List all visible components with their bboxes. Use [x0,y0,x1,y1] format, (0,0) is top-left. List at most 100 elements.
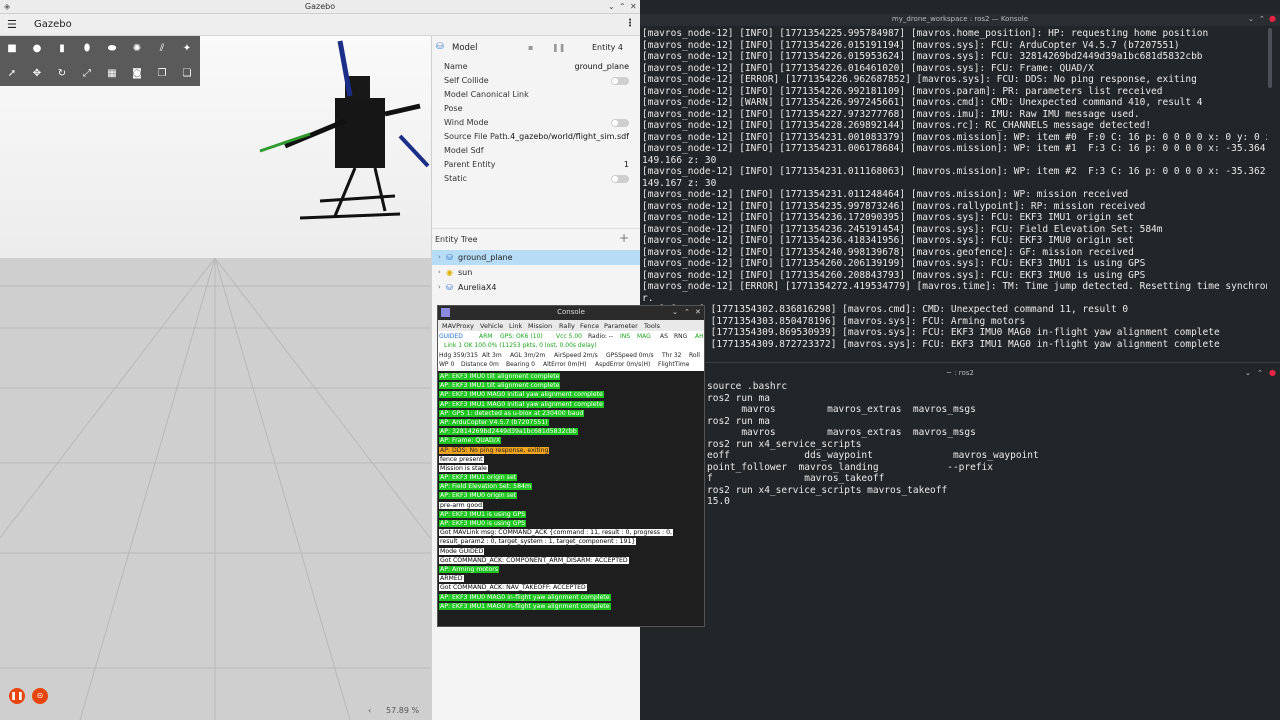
mode-status: GUIDED [439,333,463,340]
gazebo-titlebar: Gazebo ◈ ⌄ ⌃ ✕ [0,0,640,14]
transform-icon[interactable]: ⤢ [80,67,94,81]
terminal-line: mavros mavros_extras mavros_msgs [707,404,976,415]
console-message: AP: EKF3 IMU1 MAG0 in-flight yaw alignme… [439,602,703,611]
ellipsoid-icon[interactable]: ⬬ [105,42,119,56]
distance-readout: Distance 0m [461,361,499,368]
console-status: GUIDED ARM GPS: OK6 (10) Vcc 5.00 Radio:… [438,331,704,371]
minimize-icon[interactable]: ⌄ [1248,15,1254,23]
terminal-line: ros2 run ma [707,415,770,427]
console-titlebar: Console ⌄ ⌃ ✕ [438,306,704,320]
terminal-line: [mavros_node-12] [INFO] [1771354235.9978… [642,200,1146,212]
chevron-left-icon[interactable]: ‹ [368,706,371,715]
close-icon[interactable]: ✕ [630,2,637,11]
menu-fence[interactable]: Fence [580,322,599,330]
scrollbar[interactable] [1268,28,1272,88]
close-icon[interactable]: ● [1269,368,1276,377]
sphere-icon[interactable]: ● [30,42,44,56]
inspector-key: Source File Path [444,132,508,141]
maximize-icon[interactable]: ⌃ [619,2,626,11]
paste-icon[interactable]: ❏ [180,67,194,81]
model-icon: ⛁ [436,42,444,52]
app-label: Gazebo [34,19,72,30]
menu-mavproxy[interactable]: MAVProxy [442,322,474,330]
console-message: AP: Arming motors [439,565,703,574]
camera-icon[interactable]: ◙ [130,67,144,81]
flighttime-readout: FlightTime [658,361,690,368]
menu-rally[interactable]: Rally [559,322,575,330]
hamburger-icon[interactable]: ☰ [7,18,17,31]
translate-icon[interactable]: ✥ [30,67,44,81]
roll-readout: Roll [689,352,700,359]
minimize-icon[interactable]: ⌄ [672,308,678,316]
capsule-icon[interactable]: ⬮ [80,42,94,56]
console-message-text: AP: EKF3 IMU1 is using GPS [439,510,527,518]
maximize-icon[interactable]: ⌃ [1257,369,1263,377]
mavproxy-console-window: Console ⌄ ⌃ ✕ MAVProxy Vehicle Link Miss… [437,305,705,627]
box-icon[interactable]: ■ [5,42,19,56]
terminal-line: r. [642,292,654,304]
console-message-text: Mission is stale [439,464,488,472]
kebab-menu-icon[interactable]: ⋮ [625,18,635,29]
chevron-right-icon[interactable]: › [438,283,441,291]
entity-tree-title: Entity Tree [435,235,478,244]
close-icon[interactable]: ● [1269,14,1276,23]
spot-light-icon[interactable]: ✦ [180,42,194,56]
pin-icon[interactable]: ◈ [4,2,10,11]
console-message: Mode GUIDED [439,547,703,556]
menu-vehicle[interactable]: Vehicle [480,322,503,330]
ah-status: AH [695,333,704,340]
close-icon[interactable]: ✕ [695,308,701,316]
menu-link[interactable]: Link [509,322,522,330]
terminal-output[interactable]: source .bashrc ros2 run ma mavros mavros_… [707,381,1277,531]
terminal-line: -12] [WARN] [1771354302.836816298] [mavr… [642,304,1129,315]
ins-status: INS [620,333,631,340]
drone-model[interactable] [250,36,430,236]
chevron-right-icon[interactable]: › [438,253,441,261]
menu-mission[interactable]: Mission [528,322,552,330]
chevron-right-icon[interactable]: › [438,268,441,276]
menu-parameter[interactable]: Parameter [604,322,638,330]
maximize-icon[interactable]: ⌃ [684,308,690,316]
maximize-icon[interactable]: ⌃ [1259,15,1265,23]
rotate-icon[interactable]: ↻ [55,67,69,81]
select-icon[interactable]: ➚ [5,67,19,81]
menu-tools[interactable]: Tools [644,322,660,330]
cylinder-icon[interactable]: ▮ [55,42,69,56]
toggle-switch[interactable] [611,119,629,127]
grid-snap-icon[interactable]: ▦ [105,67,119,81]
light-icon: ◉ [446,268,453,277]
bearing-readout: Bearing 0 [506,361,535,368]
pause-update-icon[interactable]: ❚❚ [552,43,565,52]
entity-id: Entity 4 [592,43,623,52]
mavros-log: [mavros_node-12] [INFO] [1771354225.9957… [642,28,1267,356]
wp-readout: WP 0 [439,361,455,368]
inspector-key: Self Collide [444,76,489,85]
lock-icon[interactable]: ▪ [528,43,533,52]
step-icon[interactable]: ⊝ [32,688,48,704]
console-message-text: AP: DDS: No ping response, exiting [439,446,550,454]
minimize-icon[interactable]: ⌄ [1245,369,1251,377]
point-light-icon[interactable]: ✺ [130,42,144,56]
terminal-line: source .bashrc [707,381,788,392]
add-entity-icon[interactable]: + [619,231,629,245]
tree-item-label: sun [458,268,473,277]
3d-viewport[interactable]: ■ ● ▮ ⬮ ⬬ ✺ ⫽ ✦ ➚ ✥ ↻ ⤢ ▦ ◙ ❐ ❏ ❚❚ ⊝ ‹ 5… [0,36,431,720]
minimize-icon[interactable]: ⌄ [608,2,615,11]
inspector-row: Model Sdf [432,144,641,158]
copy-icon[interactable]: ❐ [155,67,169,81]
konsole-titlebar: my_drone_workspace : ros2 — Konsole ⌄ ⌃ … [640,14,1280,26]
tree-item[interactable]: › ◉ sun [432,265,641,280]
split-divider[interactable] [640,362,1280,363]
directional-light-icon[interactable]: ⫽ [155,42,169,56]
tree-item[interactable]: › ⛁ ground_plane [432,250,641,265]
inspector-row: Self Collide [432,74,641,88]
inspector-row: Parent Entity 1 [432,158,641,172]
toggle-switch[interactable] [611,77,629,85]
tree-item[interactable]: › ⛁ AureliaX4 [432,280,641,295]
inspector-key: Model Sdf [444,146,484,155]
pause-icon[interactable]: ❚❚ [9,688,25,704]
console-message: fence present [439,455,703,464]
toggle-switch[interactable] [611,175,629,183]
link-status: Link 1 OK 100.0% (11253 pkts, 0 lost, 0.… [444,342,597,349]
terminal-line: ros2 run x4_service_scripts [707,438,862,450]
